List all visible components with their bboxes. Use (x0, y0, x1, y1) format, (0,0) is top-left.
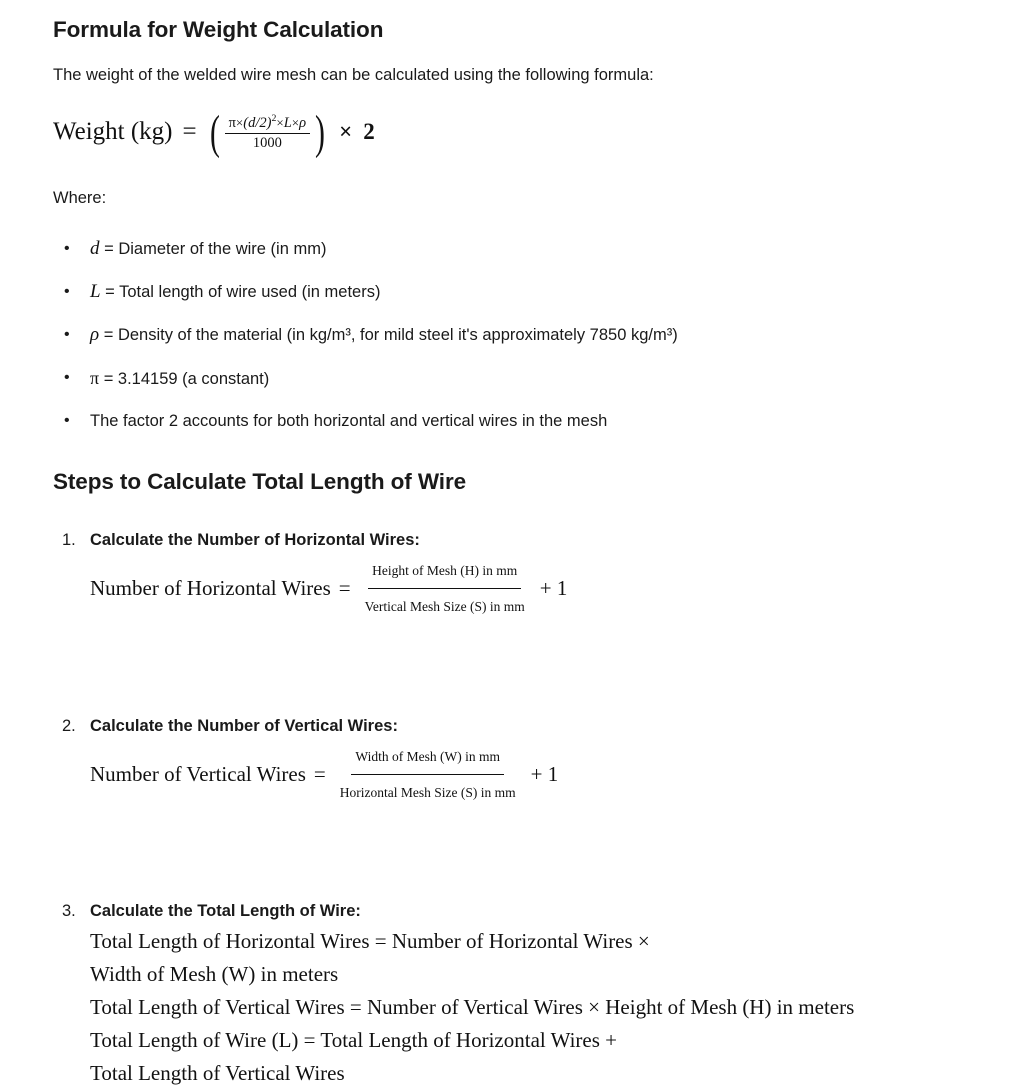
page-title: Formula for Weight Calculation (53, 17, 384, 42)
variable-definition: The factor 2 accounts for both horizonta… (90, 412, 608, 430)
step-title: Calculate the Total Length of Wire: (90, 902, 361, 920)
step-equation-line: Total Length of Vertical Wires (90, 1061, 345, 1085)
bullet-icon: • (64, 326, 70, 343)
list-marker: 1. (62, 531, 76, 549)
list-marker: 2. (62, 717, 76, 735)
bullet-icon: • (64, 369, 70, 386)
equation-tail: + 1 (539, 576, 568, 600)
formula-factor: 2 (363, 119, 375, 145)
bullet-icon: • (64, 240, 70, 257)
list-item: • ρ = Density of the material (in kg/m³,… (0, 322, 678, 365)
where-label: Where: (53, 189, 107, 207)
list-marker: 3. (62, 902, 76, 920)
variable-symbol: d (90, 238, 100, 259)
weight-formula: Weight (kg) = ( π×(d/2)2×L×ρ 1000 ) × 2 (53, 105, 375, 159)
variable-symbol: L (90, 281, 101, 302)
numerator-pi: π (228, 114, 236, 131)
formula-lhs: Weight (kg) (53, 118, 173, 146)
variable-definition-list: • d = Diameter of the wire (in mm) • L =… (0, 236, 678, 451)
bullet-icon: • (64, 412, 70, 429)
bullet-icon: • (64, 283, 70, 300)
step-equation: Number of Horizontal Wires = Height of M… (90, 554, 854, 623)
numerator-rho: ρ (299, 114, 307, 131)
equation-numerator: Height of Mesh (H) in mm (368, 554, 522, 589)
step-equation-line: Total Length of Vertical Wires = Number … (90, 995, 855, 1019)
step-title: Calculate the Number of Vertical Wires: (90, 717, 398, 735)
variable-definition: = Diameter of the wire (in mm) (104, 240, 327, 258)
variable-definition: = 3.14159 (a constant) (103, 370, 270, 388)
numerator-times-2: × (276, 114, 284, 130)
formula-fraction: π×(d/2)2×L×ρ 1000 (224, 113, 311, 152)
equation-lhs: Number of Vertical Wires (90, 762, 306, 786)
equation-denominator: Vertical Mesh Size (S) in mm (364, 599, 525, 614)
equation-fraction: Height of Mesh (H) in mm Vertical Mesh S… (361, 554, 529, 623)
list-item: 3. Calculate the Total Length of Wire: T… (0, 899, 854, 1090)
steps-list: 1. Calculate the Number of Horizontal Wi… (0, 528, 854, 1090)
equation-lhs: Number of Horizontal Wires (90, 576, 331, 600)
variable-symbol: ρ (90, 324, 100, 345)
equation-equals-sign: = (338, 576, 351, 600)
variable-symbol: π (90, 368, 100, 388)
step-title: Calculate the Number of Horizontal Wires… (90, 531, 420, 549)
list-item: 2. Calculate the Number of Vertical Wire… (0, 714, 854, 899)
step-equation-line: Total Length of Wire (L) = Total Length … (90, 1028, 617, 1052)
numerator-L: L (283, 114, 292, 131)
variable-definition: = Density of the material (in kg/m³, for… (103, 326, 678, 344)
equation-tail: + 1 (530, 762, 559, 786)
list-item: • L = Total length of wire used (in mete… (0, 279, 678, 322)
steps-section-title: Steps to Calculate Total Length of Wire (53, 469, 467, 494)
formula-equals-sign: = (182, 118, 197, 146)
equation-fraction: Width of Mesh (W) in mm Horizontal Mesh … (336, 740, 520, 809)
numerator-d-expr: (d/2) (243, 114, 272, 131)
variable-definition: = Total length of wire used (in meters) (105, 283, 381, 301)
equation-numerator: Width of Mesh (W) in mm (351, 740, 504, 775)
equation-equals-sign: = (313, 762, 326, 786)
step-equation-line: Total Length of Horizontal Wires = Numbe… (90, 929, 650, 953)
formula-multiply-symbol: × (339, 119, 353, 145)
list-item: • π = 3.14159 (a constant) (0, 365, 678, 408)
formula-denominator: 1000 (252, 134, 282, 151)
equation-denominator: Horizontal Mesh Size (S) in mm (339, 785, 516, 800)
intro-paragraph: The weight of the welded wire mesh can b… (53, 66, 654, 84)
list-item: • d = Diameter of the wire (in mm) (0, 236, 678, 279)
list-item: • The factor 2 accounts for both horizon… (0, 408, 678, 451)
list-item: 1. Calculate the Number of Horizontal Wi… (0, 528, 854, 714)
step-equation-line: Width of Mesh (W) in meters (90, 962, 339, 986)
step-equation: Number of Vertical Wires = Width of Mesh… (90, 740, 854, 809)
close-paren-glyph: ) (315, 105, 326, 159)
formula-numerator: π×(d/2)2×L×ρ (224, 113, 311, 134)
open-paren-glyph: ( (209, 105, 220, 159)
